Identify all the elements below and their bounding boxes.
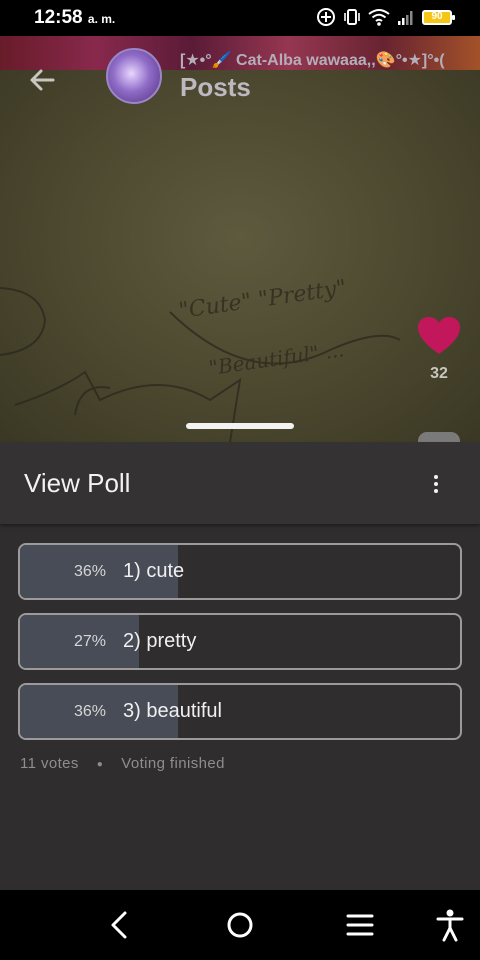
like-count: 32 [430, 365, 448, 382]
community-name[interactable]: [★•°🖌️ Cat-Alba wawaaa,,🎨°•★]°•( [180, 50, 480, 70]
data-saver-icon [317, 8, 335, 26]
poll-option-3[interactable]: 36% 3) beautiful [18, 683, 462, 740]
battery-level: 90 [431, 10, 443, 22]
back-arrow-icon[interactable] [26, 64, 58, 96]
sheet-drag-handle[interactable] [186, 423, 294, 429]
system-nav-bar [0, 890, 480, 960]
poll-sheet-header: View Poll [0, 442, 480, 524]
status-icons: 90 [316, 7, 455, 27]
poll-option-label: 3) beautiful [123, 700, 222, 722]
poll-percent: 36% [73, 703, 106, 720]
poll-option-2[interactable]: 27% 2) pretty [18, 613, 462, 670]
status-time: 12:58 a. m. [34, 7, 115, 29]
screen: 12:58 a. m. 90 "Cute" "Pretty" "Beautifu… [0, 0, 480, 960]
svg-text:"Cute" "Pretty": "Cute" "Pretty" [177, 276, 348, 324]
poll-title: View Poll [24, 468, 131, 498]
battery-icon: 90 [422, 9, 455, 25]
nav-menu-icon[interactable] [342, 907, 378, 943]
status-bar: 12:58 a. m. 90 [0, 0, 480, 36]
poll-meta: 11 votes ● Voting finished [0, 753, 480, 774]
poll-status: Voting finished [121, 755, 225, 772]
like-area: 32 [414, 316, 464, 383]
poll-sheet: View Poll 36% 1) cute 27% 2) pretty 36% … [0, 442, 480, 890]
nav-back-icon[interactable] [102, 907, 138, 943]
time-ampm: a. m. [87, 12, 116, 26]
poll-option-label: 1) cute [123, 560, 185, 582]
separator-dot: ● [96, 758, 104, 770]
poll-options: 36% 1) cute 27% 2) pretty 36% 3) beautif… [0, 524, 480, 740]
poll-option-label: 2) pretty [123, 630, 197, 652]
header: [★•°🖌️ Cat-Alba wawaaa,,🎨°•★]°•( Posts [0, 36, 480, 126]
community-avatar[interactable] [106, 48, 162, 104]
time-value: 12:58 [34, 7, 83, 28]
heart-icon[interactable] [417, 316, 461, 356]
header-text: [★•°🖌️ Cat-Alba wawaaa,,🎨°•★]°•( Posts [180, 50, 480, 103]
nav-home-icon[interactable] [222, 907, 258, 943]
vibrate-icon [344, 9, 360, 25]
more-options-icon[interactable] [426, 472, 446, 496]
poll-percent: 27% [73, 633, 106, 650]
wifi-icon [368, 9, 390, 26]
signal-icon [398, 11, 413, 25]
accessibility-icon[interactable] [432, 907, 468, 943]
vote-count: 11 votes [20, 755, 79, 772]
poll-option-1[interactable]: 36% 1) cute [18, 543, 462, 600]
page-title: Posts [180, 72, 251, 102]
poll-percent: 36% [73, 563, 106, 580]
svg-text:"Beautiful" ...: "Beautiful" ... [207, 337, 345, 380]
